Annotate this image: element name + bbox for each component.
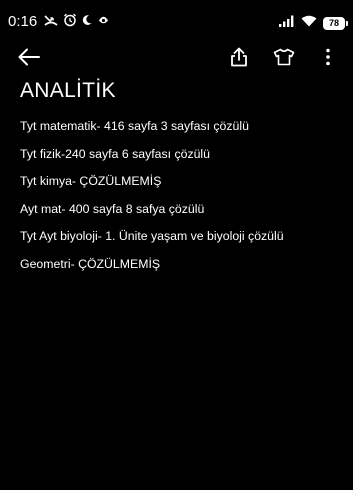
missed-call-icon [43, 13, 59, 27]
notes-list: Tyt matematik- 416 sayfa 3 sayfası çözül… [20, 118, 284, 283]
more-vert-icon[interactable] [315, 44, 341, 70]
note-line: Geometri- ÇÖZÜLMEMİŞ [20, 256, 161, 271]
status-left-icons [43, 13, 110, 27]
notification-icon [97, 14, 110, 27]
battery-cap [346, 20, 348, 26]
note-line: Tyt matematik- 416 sayfa 3 sayfası çözül… [20, 119, 249, 133]
moon-icon [81, 14, 93, 26]
battery-level: 78 [328, 18, 339, 28]
note-line: Ayt mat- 400 sayfa 8 safya çözülü [20, 201, 205, 216]
note-line: Tyt kimya- ÇÖZÜLMEMİŞ [20, 174, 162, 188]
status-right-icons: 78 [279, 14, 348, 32]
status-bar: 0:16 78 [0, 0, 353, 40]
toolbar [0, 42, 353, 72]
signal-icon [279, 14, 295, 32]
note-line: Tyt Ayt biyoloji- 1. Ünite yaşam ve biyo… [20, 229, 284, 243]
shirt-icon[interactable] [271, 44, 297, 70]
wifi-icon [301, 14, 317, 32]
share-icon[interactable] [226, 44, 252, 70]
back-arrow-icon[interactable] [16, 44, 42, 70]
battery-icon: 78 [323, 16, 348, 30]
page-title: ANALİTİK [20, 79, 116, 102]
note-line: Tyt fizik-240 sayfa 6 sayfası çözülü [20, 146, 211, 161]
status-time: 0:16 [8, 13, 38, 30]
alarm-icon [63, 13, 77, 27]
